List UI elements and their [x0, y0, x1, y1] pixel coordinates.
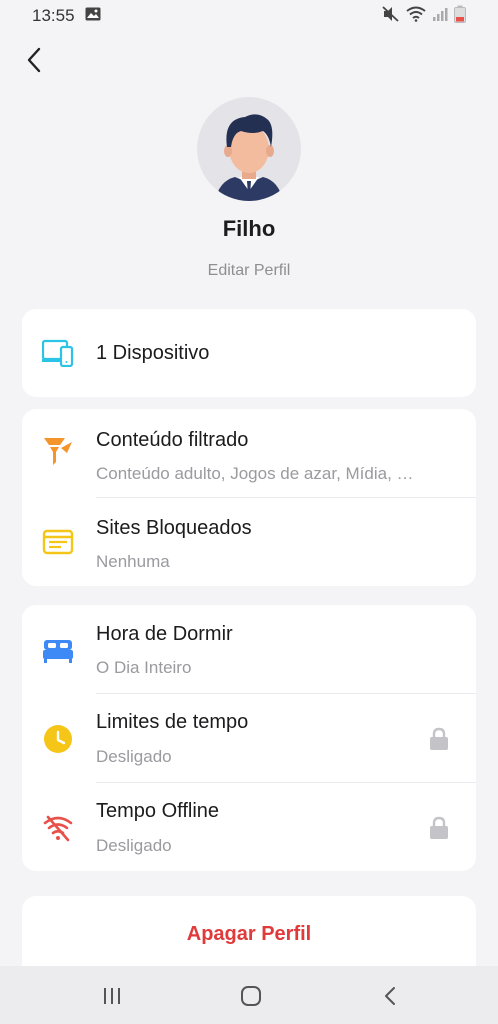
signal-icon [432, 6, 448, 27]
edit-profile-link[interactable]: Editar Perfil [0, 262, 498, 280]
offline-time-row[interactable]: Tempo Offline Desligado [22, 783, 476, 871]
filter-icon [42, 436, 74, 468]
recent-apps-button[interactable] [92, 982, 132, 1010]
back-button[interactable] [18, 44, 50, 80]
recent-apps-icon [104, 988, 120, 1004]
bedtime-row[interactable]: Hora de Dormir O Dia Inteiro [22, 605, 476, 693]
blocked-sites-title: Sites Bloqueados [96, 517, 252, 539]
offline-time-subtitle: Desligado [96, 836, 172, 855]
blocked-sites-subtitle: Nenhuma [96, 552, 170, 571]
delete-profile-label: Apagar Perfil [186, 923, 312, 945]
time-card: Hora de Dormir O Dia Inteiro Limites de … [22, 605, 476, 871]
avatar[interactable] [197, 97, 301, 201]
status-time: 13:55 [32, 6, 75, 25]
filtered-content-subtitle: Conteúdo adulto, Jogos de azar, Mídia, … [96, 464, 414, 483]
lock-icon [428, 726, 450, 752]
time-limits-row[interactable]: Limites de tempo Desligado [22, 694, 476, 782]
wifi-off-icon [42, 812, 74, 844]
profile-name: Filho [222, 216, 276, 241]
time-limits-subtitle: Desligado [96, 747, 172, 766]
system-back-button[interactable] [370, 982, 410, 1010]
status-icons [382, 5, 466, 28]
system-nav-bar [0, 966, 498, 1024]
lock-icon [428, 815, 450, 841]
status-bar: 13:55 [0, 0, 498, 32]
gallery-icon [85, 6, 101, 26]
devices-card[interactable]: 1 Dispositivo [22, 309, 476, 397]
filtered-content-row[interactable]: Conteúdo filtrado Conteúdo adulto, Jogos… [22, 409, 476, 497]
chevron-left-icon [26, 47, 42, 78]
mute-icon [382, 5, 400, 27]
home-icon [241, 986, 261, 1006]
battery-icon [454, 5, 466, 28]
content-card: Conteúdo filtrado Conteúdo adulto, Jogos… [22, 409, 476, 586]
wifi-icon [406, 6, 426, 27]
devices-label: 1 Dispositivo [96, 342, 210, 364]
filtered-content-title: Conteúdo filtrado [96, 429, 249, 451]
delete-profile-button[interactable]: Apagar Perfil [22, 896, 476, 976]
profile-page: 13:55 Filho Editar Perfil 1 Dispositivo … [0, 0, 498, 1024]
back-arrow-icon [385, 987, 395, 1005]
devices-icon [42, 337, 74, 369]
offline-time-title: Tempo Offline [96, 800, 220, 822]
avatar-illustration [215, 114, 283, 201]
bed-icon [42, 635, 74, 667]
bedtime-subtitle: O Dia Inteiro [96, 658, 192, 677]
home-button[interactable] [231, 982, 271, 1010]
blocked-sites-row[interactable]: Sites Bloqueados Nenhuma [22, 498, 476, 586]
clock-icon [42, 723, 74, 755]
bedtime-title: Hora de Dormir [96, 623, 233, 645]
browser-icon [42, 526, 74, 558]
time-limits-title: Limites de tempo [96, 711, 249, 733]
